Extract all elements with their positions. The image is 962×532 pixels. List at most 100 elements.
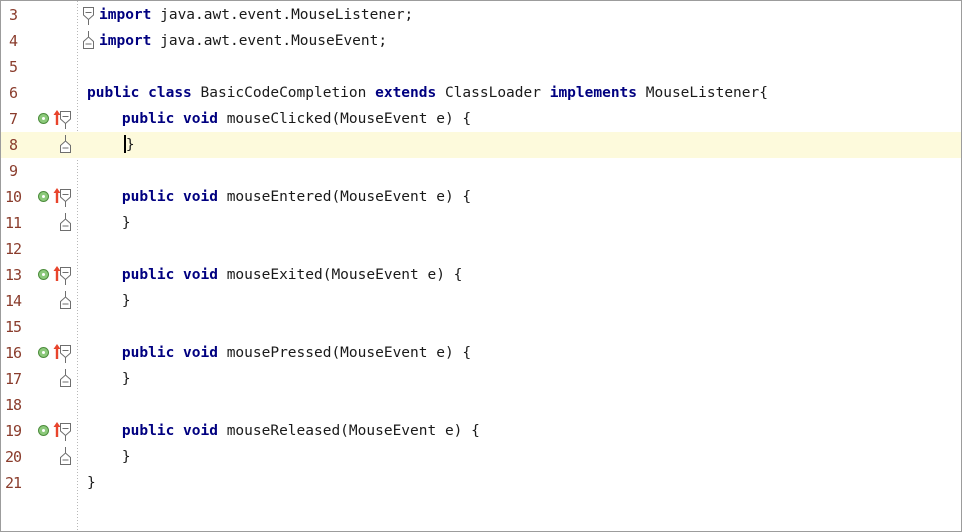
line-number: 20	[4, 448, 22, 466]
line-number: 5	[8, 58, 18, 76]
line-number-cell: 11	[1, 210, 37, 236]
code-line: 19 public void mouseReleased(MouseEvent …	[1, 418, 961, 444]
code-text[interactable]: public class BasicCodeCompletion extends…	[87, 80, 768, 106]
code-text[interactable]: }	[87, 288, 131, 314]
line-number-cell: 14	[1, 288, 37, 314]
code-text[interactable]: }	[87, 366, 131, 392]
keyword: implements	[549, 85, 638, 101]
keyword: extends	[375, 85, 437, 101]
code-token: mouseClicked(MouseEvent e) {	[217, 111, 472, 127]
code-token: java.awt.event.MouseEvent;	[151, 33, 388, 49]
code-text[interactable]: public void mouseClicked(MouseEvent e) {	[87, 106, 471, 132]
line-number-cell: 16	[1, 340, 37, 366]
code-line: 4 import java.awt.event.MouseEvent;	[1, 28, 961, 54]
line-number: 21	[4, 474, 22, 492]
line-number: 9	[8, 162, 18, 180]
line-number-cell: 20	[1, 444, 37, 470]
fold-collapse-icon[interactable]	[58, 421, 73, 441]
keyword: public	[87, 85, 140, 101]
code-token: mouseEntered(MouseEvent e) {	[217, 189, 472, 205]
code-text[interactable]: }	[87, 444, 131, 470]
keyword: public	[121, 423, 175, 439]
code-line: 14 }	[1, 288, 961, 314]
line-number: 7	[8, 110, 18, 128]
line-number: 4	[8, 32, 18, 50]
implements-method-annotation-icon[interactable]	[38, 113, 49, 124]
line-number: 11	[4, 214, 22, 232]
code-text[interactable]: public void mouseEntered(MouseEvent e) {	[87, 184, 471, 210]
line-number-cell: 5	[1, 54, 37, 80]
code-token: mouseExited(MouseEvent e) {	[217, 267, 463, 283]
code-line: 11 }	[1, 210, 961, 236]
code-line: 6 public class BasicCodeCompletion extend…	[1, 80, 961, 106]
code-text[interactable]: }	[87, 210, 131, 236]
code-token: }	[87, 371, 131, 387]
line-number: 8	[8, 136, 18, 154]
code-text[interactable]: import java.awt.event.MouseListener;	[99, 2, 413, 28]
line-number: 6	[8, 84, 18, 102]
code-line: 9	[1, 158, 961, 184]
line-number: 19	[4, 422, 22, 440]
fold-end-icon	[58, 135, 73, 155]
code-text[interactable]: public void mousePressed(MouseEvent e) {	[87, 340, 471, 366]
keyword: public	[121, 267, 175, 283]
keyword: void	[183, 111, 218, 127]
code-token: }	[87, 293, 131, 309]
line-number-cell: 9	[1, 158, 37, 184]
line-number: 3	[8, 6, 18, 24]
code-text[interactable]: }	[87, 470, 96, 496]
code-line: 12	[1, 236, 961, 262]
code-editor[interactable]: 3 import java.awt.event.MouseListener; 4 im…	[0, 0, 962, 532]
code-text[interactable]: }	[87, 132, 135, 158]
code-text[interactable]: public void mouseExited(MouseEvent e) {	[87, 262, 462, 288]
line-number: 17	[4, 370, 22, 388]
code-line: 17 }	[1, 366, 961, 392]
fold-end-icon	[58, 447, 73, 467]
implements-method-annotation-icon[interactable]	[38, 347, 49, 358]
code-line: 5	[1, 54, 961, 80]
code-line: 21}	[1, 470, 961, 496]
line-number-cell: 12	[1, 236, 37, 262]
implements-method-annotation-icon[interactable]	[38, 269, 49, 280]
implements-method-annotation-icon[interactable]	[38, 425, 49, 436]
line-number-cell: 7	[1, 106, 37, 132]
fold-collapse-icon[interactable]	[81, 5, 96, 25]
fold-collapse-icon[interactable]	[58, 187, 73, 207]
code-token: }	[87, 449, 131, 465]
fold-end-icon	[81, 31, 96, 51]
code-token: MouseListener{	[637, 85, 768, 101]
line-number-cell: 21	[1, 470, 37, 496]
code-text[interactable]: import java.awt.event.MouseEvent;	[99, 28, 387, 54]
code-line: 18	[1, 392, 961, 418]
line-number-cell: 17	[1, 366, 37, 392]
code-text[interactable]: public void mouseReleased(MouseEvent e) …	[87, 418, 480, 444]
code-line: 16 public void mousePressed(MouseEvent e…	[1, 340, 961, 366]
code-token: }	[125, 137, 135, 153]
line-number-cell: 19	[1, 418, 37, 444]
keyword: class	[148, 85, 192, 101]
implements-method-annotation-icon[interactable]	[38, 191, 49, 202]
line-number-cell: 10	[1, 184, 37, 210]
keyword: public	[121, 111, 175, 127]
code-token: mousePressed(MouseEvent e) {	[217, 345, 472, 361]
code-token: mouseReleased(MouseEvent e) {	[217, 423, 480, 439]
fold-end-icon	[58, 291, 73, 311]
code-line: 15	[1, 314, 961, 340]
line-number: 12	[4, 240, 22, 258]
keyword: public	[121, 189, 175, 205]
fold-collapse-icon[interactable]	[58, 343, 73, 363]
fold-collapse-icon[interactable]	[58, 109, 73, 129]
keyword: import	[99, 7, 152, 23]
keyword: public	[121, 345, 175, 361]
line-number: 14	[4, 292, 22, 310]
fold-collapse-icon[interactable]	[58, 265, 73, 285]
